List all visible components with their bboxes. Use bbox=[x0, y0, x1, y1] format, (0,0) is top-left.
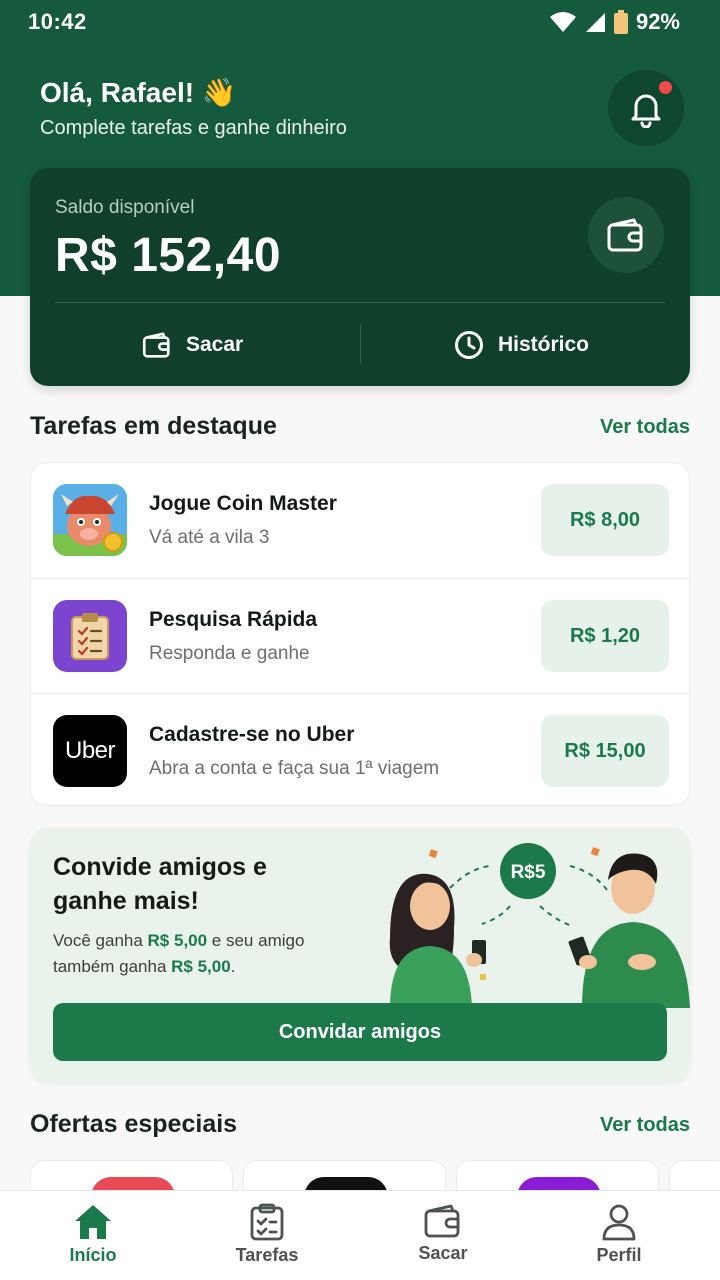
task-reward[interactable]: R$ 1,20 bbox=[541, 600, 669, 672]
nav-home[interactable]: Início bbox=[33, 1203, 153, 1273]
invite-description: Você ganha R$ 5,00 e seu amigo também ga… bbox=[53, 928, 363, 980]
uber-icon: Uber bbox=[53, 715, 127, 787]
balance-divider bbox=[55, 302, 665, 303]
clock-icon bbox=[455, 331, 483, 359]
task-item[interactable]: Uber Cadastre-se no Uber Abra a conta e … bbox=[31, 693, 691, 808]
history-button[interactable]: Histórico bbox=[454, 324, 589, 366]
nav-tasks-label: Tarefas bbox=[235, 1245, 299, 1265]
withdraw-label: Sacar bbox=[186, 333, 244, 356]
nav-withdraw-label: Sacar bbox=[418, 1243, 468, 1263]
task-item[interactable]: Jogue Coin Master Vá até a vila 3 R$ 8,0… bbox=[31, 463, 691, 578]
task-subtitle: Responda e ganhe bbox=[149, 643, 310, 664]
balance-value: R$ 152,40 bbox=[55, 229, 282, 282]
notifications-button[interactable] bbox=[608, 70, 684, 146]
offers-title: Ofertas especiais bbox=[30, 1110, 238, 1138]
featured-title: Tarefas em destaque bbox=[30, 412, 277, 440]
wallet-icon bbox=[607, 218, 643, 252]
invite-amount-you: R$ 5,00 bbox=[147, 931, 208, 950]
history-label: Histórico bbox=[498, 333, 590, 356]
task-reward[interactable]: R$ 8,00 bbox=[541, 484, 669, 556]
greeting-title: Olá, Rafael! 👋 bbox=[40, 77, 237, 108]
offers-see-all-link[interactable]: Ver todas bbox=[600, 1114, 690, 1137]
wifi-icon bbox=[549, 12, 576, 32]
clipboard-icon bbox=[250, 1203, 284, 1241]
bottom-navigation: Início Tarefas Sacar Perfil bbox=[0, 1190, 720, 1280]
nav-profile[interactable]: Perfil bbox=[559, 1203, 679, 1273]
status-icons: 92% bbox=[549, 9, 680, 35]
greeting-subtitle: Complete tarefas e ganhe dinheiro bbox=[40, 117, 347, 139]
invite-badge: R$5 bbox=[511, 862, 546, 883]
task-title: Jogue Coin Master bbox=[149, 492, 337, 515]
invite-illustration: R$5 bbox=[389, 843, 690, 1008]
nav-tasks[interactable]: Tarefas bbox=[207, 1203, 327, 1273]
nav-withdraw[interactable]: Sacar bbox=[383, 1203, 503, 1273]
notification-badge bbox=[659, 81, 672, 94]
task-item[interactable]: Pesquisa Rápida Responda e ganhe R$ 1,20 bbox=[31, 578, 691, 693]
home-icon bbox=[75, 1205, 111, 1239]
task-subtitle: Vá até a vila 3 bbox=[149, 527, 270, 548]
bell-icon bbox=[631, 94, 661, 128]
withdraw-button[interactable]: Sacar bbox=[142, 324, 243, 366]
invite-friends-button[interactable]: Convidar amigos bbox=[53, 1003, 667, 1061]
battery-icon bbox=[613, 10, 628, 34]
nav-profile-label: Perfil bbox=[596, 1245, 642, 1265]
wallet-icon bbox=[424, 1204, 460, 1238]
signal-icon bbox=[585, 13, 605, 32]
nav-home-label: Início bbox=[69, 1245, 117, 1265]
wallet-button[interactable] bbox=[588, 197, 664, 273]
invite-desc-text: Você ganha bbox=[53, 931, 148, 950]
coin-master-icon bbox=[53, 484, 127, 556]
wallet-icon bbox=[142, 332, 170, 358]
featured-tasks-list: Jogue Coin Master Vá até a vila 3 R$ 8,0… bbox=[30, 462, 691, 808]
invite-title: Convide amigos e ganhe mais! bbox=[53, 853, 267, 915]
balance-card: Saldo disponível R$ 152,40 Sacar Históri… bbox=[30, 168, 690, 386]
user-icon bbox=[602, 1204, 636, 1241]
invite-amount-friend: R$ 5,00 bbox=[171, 957, 231, 976]
battery-percent: 92% bbox=[635, 9, 680, 34]
task-reward[interactable]: R$ 15,00 bbox=[541, 715, 669, 787]
status-time: 10:42 bbox=[28, 9, 87, 34]
featured-see-all-link[interactable]: Ver todas bbox=[600, 416, 690, 439]
clipboard-icon bbox=[53, 600, 127, 672]
task-title: Cadastre-se no Uber bbox=[149, 723, 355, 746]
invite-desc-text: . bbox=[230, 957, 236, 976]
balance-vertical-divider bbox=[360, 324, 361, 364]
balance-label: Saldo disponível bbox=[55, 197, 195, 218]
task-title: Pesquisa Rápida bbox=[149, 608, 318, 631]
invite-card: Convide amigos e ganhe mais! Você ganha … bbox=[30, 828, 690, 1082]
uber-logo-text: Uber bbox=[64, 737, 116, 764]
task-subtitle: Abra a conta e faça sua 1ª viagem bbox=[149, 758, 440, 779]
status-bar: 10:42 92% bbox=[0, 0, 720, 44]
